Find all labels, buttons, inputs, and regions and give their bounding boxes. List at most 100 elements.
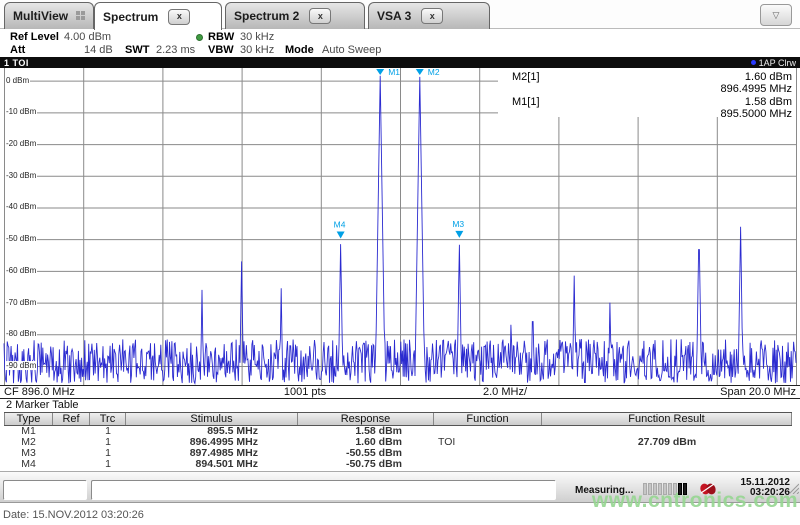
marker-table-cell	[53, 448, 90, 459]
y-axis-label: -40 dBm	[5, 202, 38, 212]
y-axis-label: -90 dBm	[5, 361, 38, 371]
marker-info-name: M1[1]	[512, 96, 540, 108]
marker-info-freq: 895.5000 MHz	[720, 108, 792, 120]
marker-m4-icon[interactable]	[336, 231, 345, 239]
rbw-coupled-indicator-dot	[196, 34, 203, 41]
marker-table-cell: 894.501 MHz	[195, 459, 258, 470]
y-axis-label: -30 dBm	[5, 170, 38, 180]
marker-table-cell: 897.4985 MHz	[189, 448, 258, 459]
status-message-field	[91, 480, 556, 500]
marker-table-cell: 1	[105, 437, 111, 448]
marker-info-name: M2[1]	[512, 71, 540, 83]
marker-table-row: M1 1 895.5 MHz 1.58 dBm	[4, 426, 792, 437]
marker-table-header-function-result: Function Result	[542, 413, 792, 425]
mode-label[interactable]: Mode	[285, 44, 314, 56]
spectrum-analyzer-window: MultiView Spectrum x Spectrum 2 x VSA 3 …	[0, 0, 800, 525]
y-axis-label: -60 dBm	[5, 265, 38, 275]
marker-table-cell	[542, 426, 792, 437]
marker-info-field[interactable]: M2[1] 1.60 dBm 896.4995 MHz M1[1] 1.58 d…	[500, 69, 794, 120]
trace-legend[interactable]: 1AP Clrw	[750, 57, 796, 68]
marker-table-cell: M3	[21, 448, 36, 459]
marker-table-cell: TOI	[438, 437, 456, 448]
swt-label[interactable]: SWT	[125, 44, 149, 56]
marker-table-cell	[53, 437, 90, 448]
marker-table-row: M4 1 894.501 MHz -50.75 dBm	[4, 459, 792, 470]
multiview-grid-icon	[76, 7, 86, 25]
marker-table-cell	[434, 459, 542, 470]
sweep-points-label: 1001 pts	[283, 386, 327, 398]
ref-level-label[interactable]: Ref Level	[10, 31, 59, 43]
marker-m3-icon[interactable]	[455, 230, 464, 238]
tab-spectrum-label: Spectrum	[103, 9, 159, 24]
marker-m3-label: M3	[452, 219, 464, 229]
marker-table-cell: -50.55 dBm	[345, 448, 402, 459]
marker-table-header-trc: Trc	[90, 413, 126, 425]
marker-table-title: 2 Marker Table	[6, 399, 79, 411]
y-axis-label: -70 dBm	[5, 297, 38, 307]
watermark-text: www.cntronics.com	[591, 489, 798, 512]
marker-table-row: M3 1 897.4985 MHz -50.55 dBm	[4, 448, 792, 459]
tab-spectrum[interactable]: Spectrum x	[94, 2, 222, 30]
diagram-title-bar: 1 TOI 1AP Clrw	[0, 57, 800, 68]
marker-table-cell: 1.58 dBm	[355, 426, 402, 437]
marker-m1-icon[interactable]	[376, 69, 385, 75]
channel-settings-header: Ref Level 4.00 dBm RBW 30 kHz Att 14 dB …	[0, 29, 800, 57]
screenshot-date-text: Date: 15.NOV.2012 03:20:26	[3, 509, 144, 521]
tab-bar: MultiView Spectrum x Spectrum 2 x VSA 3 …	[0, 0, 800, 30]
marker-table-header-ref: Ref	[53, 413, 90, 425]
diagram-title: 1 TOI	[4, 57, 29, 68]
spectrum-plot[interactable]: M1 M2 M3 M4 0 dBm -10 dBm -20 dBm -30 dBm -40 d…	[0, 68, 800, 385]
rbw-label[interactable]: RBW	[208, 31, 234, 43]
trace-legend-label: 1AP Clrw	[758, 57, 796, 68]
tab-spectrum2[interactable]: Spectrum 2 x	[225, 2, 365, 29]
chevron-down-icon: ▽	[772, 9, 780, 20]
marker-table-cell	[434, 426, 542, 437]
tab-spectrum-close-button[interactable]: x	[168, 8, 191, 25]
per-division-label: 2.0 MHz/	[482, 386, 527, 398]
y-axis-label: 0 dBm	[5, 75, 31, 85]
marker-table: Type Ref Trc Stimulus Response Function Functi…	[4, 412, 792, 470]
tab-vsa3-close-button[interactable]: x	[421, 8, 444, 24]
att-value[interactable]: 14 dB	[84, 44, 113, 56]
marker-table-cell: 1	[105, 459, 111, 470]
mode-value[interactable]: Auto Sweep	[322, 44, 381, 56]
tab-list-dropdown-button[interactable]: ▽	[760, 4, 792, 26]
marker-table-cell: 27.709 dBm	[637, 437, 697, 448]
span-label[interactable]: Span 20.0 MHz	[720, 386, 796, 399]
marker-table-cell	[53, 426, 90, 437]
marker-table-cell	[53, 459, 90, 470]
vbw-label[interactable]: VBW	[208, 44, 234, 56]
marker-m2-label: M2	[428, 68, 440, 77]
tab-multiview-label: MultiView	[13, 9, 69, 23]
tab-multiview[interactable]: MultiView	[4, 2, 94, 29]
x-axis-info-bar: CF 896.0 MHz 1001 pts 2.0 MHz/ Span 20.0…	[0, 385, 800, 399]
att-label[interactable]: Att	[10, 44, 25, 56]
ref-level-value[interactable]: 4.00 dBm	[64, 31, 111, 43]
tab-vsa3[interactable]: VSA 3 x	[368, 2, 490, 29]
marker-m2-icon[interactable]	[415, 69, 424, 75]
marker-info-freq: 896.4995 MHz	[720, 83, 792, 95]
tab-spectrum2-label: Spectrum 2	[234, 9, 300, 23]
marker-table-header-type: Type	[4, 413, 53, 425]
vbw-value[interactable]: 30 kHz	[240, 44, 274, 56]
marker-m1-label: M1	[388, 68, 400, 77]
marker-table-cell: 896.4995 MHz	[189, 437, 258, 448]
footer-strip: Date: 15.NOV.2012 03:20:26 www.cntronics…	[0, 489, 800, 525]
marker-table-cell: M4	[21, 459, 36, 470]
y-axis-label: -20 dBm	[5, 139, 38, 149]
center-frequency-label[interactable]: CF 896.0 MHz	[4, 386, 75, 399]
marker-m4-label: M4	[334, 220, 346, 230]
tab-spectrum2-close-button[interactable]: x	[309, 8, 332, 24]
rbw-value[interactable]: 30 kHz	[240, 31, 274, 43]
marker-table-cell	[542, 448, 792, 459]
y-axis-label: -80 dBm	[5, 329, 38, 339]
tab-vsa3-label: VSA 3	[377, 9, 412, 23]
marker-table-header-response: Response	[298, 413, 434, 425]
marker-table-cell	[542, 459, 792, 470]
marker-table-cell: -50.75 dBm	[345, 459, 402, 470]
swt-value[interactable]: 2.23 ms	[156, 44, 195, 56]
marker-info-level: 1.60 dBm	[744, 71, 792, 83]
marker-table-header-row: Type Ref Trc Stimulus Response Function Functi…	[4, 412, 792, 426]
marker-table-cell: M1	[21, 426, 36, 437]
marker-table-header-function: Function	[434, 413, 542, 425]
